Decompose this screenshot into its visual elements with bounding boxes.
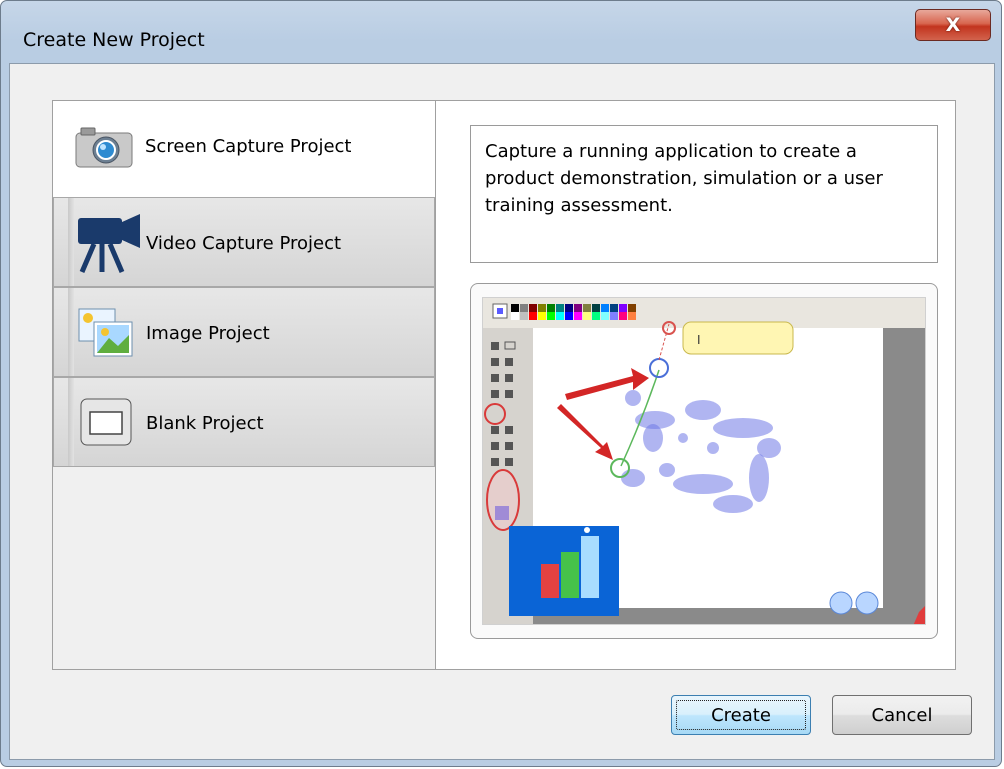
paint-app-preview: I xyxy=(483,298,925,624)
title-bar[interactable]: Create New Project X xyxy=(1,1,1001,63)
tab-label: Image Project xyxy=(146,323,270,344)
tab-screen-capture-project[interactable]: Screen Capture Project xyxy=(53,101,445,197)
video-camera-icon xyxy=(76,212,142,278)
dialog-window: Create New Project X Screen Capture Proj… xyxy=(0,0,1002,767)
preview-frame: I xyxy=(470,283,938,639)
tab-image-project[interactable]: Image Project xyxy=(53,287,435,377)
close-icon: X xyxy=(945,14,961,36)
project-description: Capture a running application to create … xyxy=(470,125,938,263)
preview-image: I xyxy=(482,297,926,625)
project-type-panel: Screen Capture Project Video Capture Pro… xyxy=(52,100,956,670)
image-icon xyxy=(78,308,134,362)
blank-page-icon xyxy=(80,398,132,450)
tab-left-strip xyxy=(68,288,74,376)
tab-blank-project[interactable]: Blank Project xyxy=(53,377,435,467)
create-button[interactable]: Create xyxy=(671,695,811,735)
camera-icon xyxy=(75,125,133,173)
focus-rectangle xyxy=(676,700,806,730)
dialog-title: Create New Project xyxy=(23,29,205,51)
tab-left-strip xyxy=(68,378,74,466)
dialog-body: Screen Capture Project Video Capture Pro… xyxy=(9,63,995,760)
cancel-button[interactable]: Cancel xyxy=(832,695,972,735)
callout-text: I xyxy=(697,333,701,347)
tab-label: Blank Project xyxy=(146,413,264,434)
cancel-button-label: Cancel xyxy=(871,704,933,726)
tab-label: Screen Capture Project xyxy=(145,136,352,157)
tab-left-strip xyxy=(68,198,74,286)
project-details-pane: Capture a running application to create … xyxy=(435,101,955,669)
project-type-tabs: Screen Capture Project Video Capture Pro… xyxy=(53,101,445,467)
close-button[interactable]: X xyxy=(915,9,991,41)
tab-label: Video Capture Project xyxy=(146,233,342,254)
tab-video-capture-project[interactable]: Video Capture Project xyxy=(53,197,435,287)
